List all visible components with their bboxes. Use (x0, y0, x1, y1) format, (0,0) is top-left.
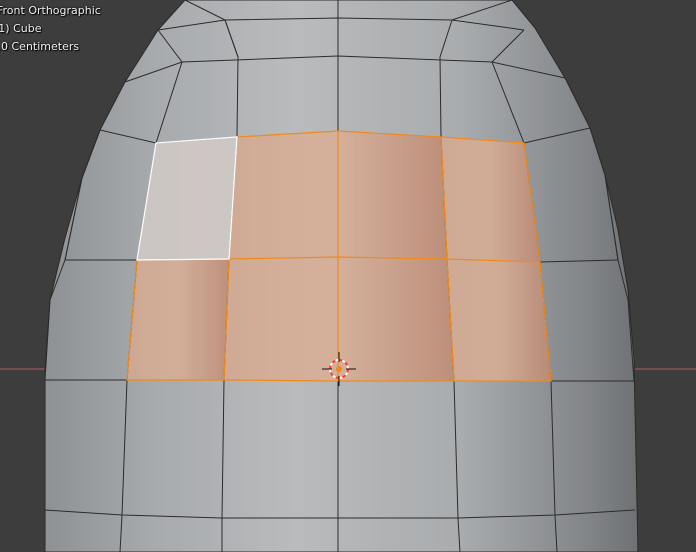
object-name-label: (1) Cube (0, 22, 42, 35)
selected-face[interactable] (447, 259, 551, 381)
selected-face[interactable] (224, 257, 454, 381)
mesh-scene[interactable] (0, 0, 696, 552)
viewport-info-overlay: Front Orthographic (1) Cube 10 Centimete… (0, 2, 101, 56)
3d-viewport[interactable]: Front Orthographic (1) Cube 10 Centimete… (0, 0, 696, 552)
selected-face[interactable] (127, 259, 229, 380)
grid-scale-label: 10 Centimeters (0, 40, 80, 53)
view-name-label: Front Orthographic (0, 4, 101, 17)
